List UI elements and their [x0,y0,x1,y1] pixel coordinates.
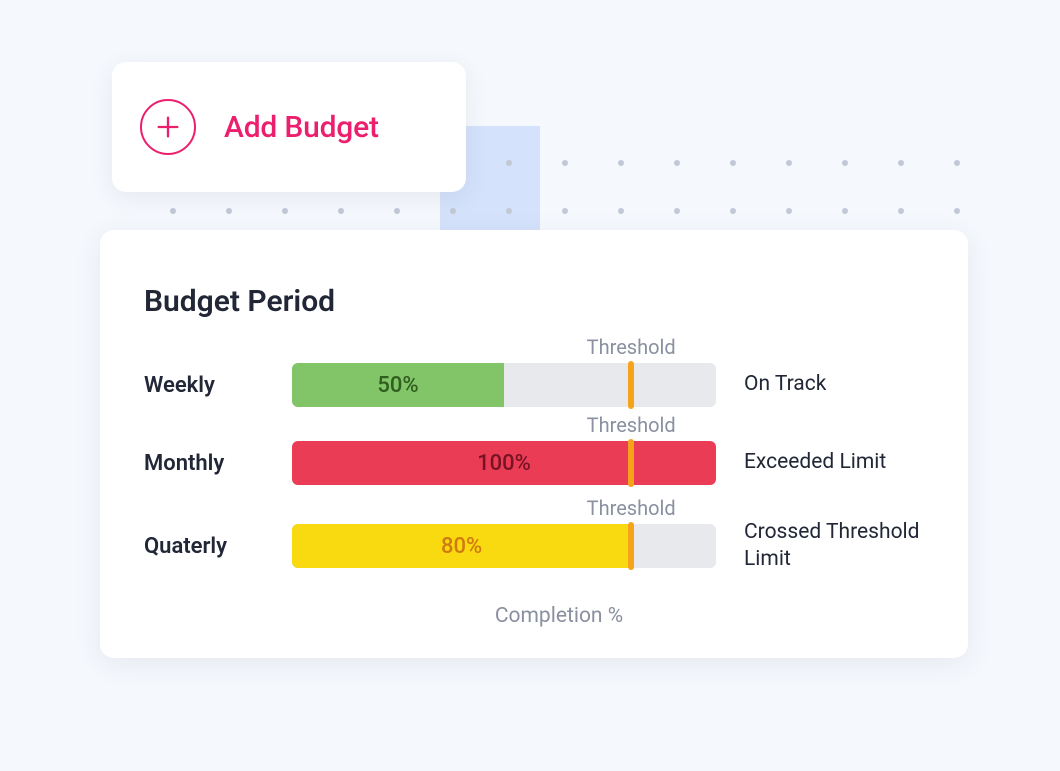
threshold-label: Threshold [587,335,676,359]
threshold-marker [628,361,634,409]
bar-track: 100% [292,441,716,485]
threshold-marker [628,522,634,570]
plus-icon [140,99,196,155]
row-status: On Track [734,371,924,398]
completion-axis-label: Completion % [194,604,924,628]
row-period-label: Monthly [144,451,274,476]
add-budget-label: Add Budget [224,110,379,145]
budget-row: Weekly Threshold50% On Track [144,363,924,407]
add-budget-button[interactable]: Add Budget [112,62,466,192]
row-status: Exceeded Limit [734,449,924,476]
row-period-label: Weekly [144,373,274,398]
progress-bar: Threshold80% [292,524,716,568]
budget-row: Quaterly Threshold80% Crossed Threshold Li… [144,519,924,574]
threshold-marker [628,439,634,487]
row-status: Crossed Threshold Limit [734,519,924,574]
bar-fill: 50% [292,363,504,407]
budget-row: Monthly Threshold100% Exceeded Limit [144,441,924,485]
progress-bar: Threshold100% [292,441,716,485]
threshold-label: Threshold [587,496,676,520]
row-period-label: Quaterly [144,534,274,559]
bar-fill: 100% [292,441,716,485]
card-title: Budget Period [144,284,924,319]
budget-period-card: Budget Period WeeklyThreshold50%On Track… [100,230,968,658]
bar-fill: 80% [292,524,631,568]
bar-track: 50% [292,363,716,407]
bar-track: 80% [292,524,716,568]
threshold-label: Threshold [587,413,676,437]
progress-bar: Threshold50% [292,363,716,407]
